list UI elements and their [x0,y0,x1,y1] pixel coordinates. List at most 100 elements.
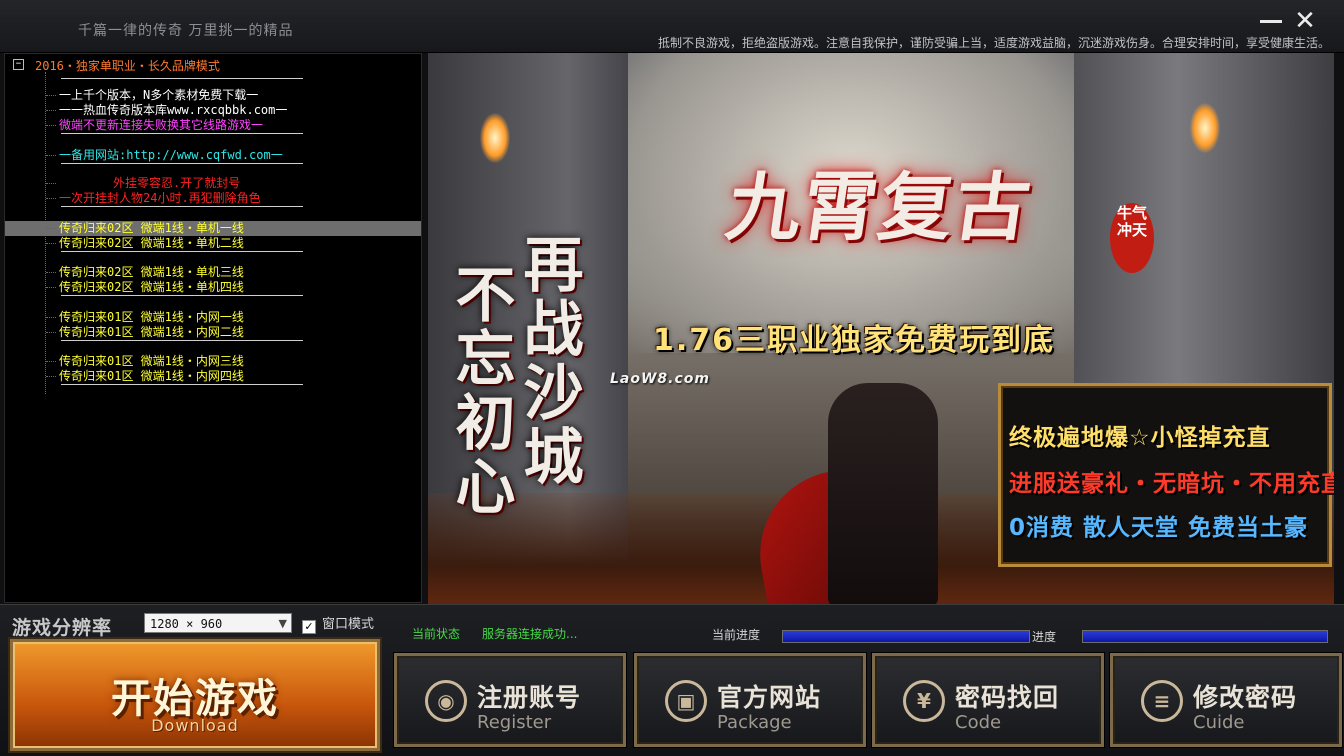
official-website-button[interactable]: ▣ 官方网站 Package [634,653,866,747]
minimize-button[interactable] [1258,10,1284,32]
tree-item-label: 传奇归来01区 微端1线・内网四线 [59,369,244,383]
tree-item[interactable]: 一次开挂封人物24小时.再犯删除角色 [5,191,421,206]
close-button[interactable]: ✕ [1292,8,1318,34]
user-icon: ◉ [425,680,467,722]
tree-item-label: 传奇归来02区 微端1线・单机四线 [59,280,244,294]
torch-right [1190,103,1220,153]
tree-item-label: 传奇归来01区 微端1线・内网二线 [59,325,244,339]
tree-item-label: 微端不更新连接失败换其它线路游戏一 [59,118,264,132]
torch-left [480,113,510,163]
game-logo-badge: 牛气冲天 [1110,203,1154,273]
tree-separator [61,295,303,296]
checkbox-check-icon[interactable]: ✓ [302,620,316,634]
tree-separator [61,133,303,134]
site-watermark: LaoW8.com [610,371,710,387]
tree-branch-line [46,243,56,244]
tree-item-label: 传奇归来01区 微端1线・内网三线 [59,354,244,368]
tree-branch-line [46,376,56,377]
tree-item[interactable]: 微端不更新连接失败换其它线路游戏一 [5,118,421,133]
start-game-sublabel: Download [151,716,239,735]
recover-sublabel: Code [955,712,1002,733]
promo-box: 终极遍地爆☆小怪掉充直 进服送豪礼・无暗坑・不用充直 0消费 散人天堂 免费当土… [998,383,1334,567]
tree-separator [61,384,303,385]
calligraphy-left: 不忘初心 [445,263,515,519]
tree-item[interactable]: 传奇归来02区 微端1线・单机二线 [5,236,421,251]
tree-item[interactable]: 一备用网站:http://www.cqfwd.com一 [5,148,421,163]
tree-item-label: 外挂零容忍.开了就封号 [113,176,241,190]
yen-icon: ¥ [903,680,945,722]
tree-branch-line [46,361,56,362]
tree-branch-line [46,95,56,96]
tree-separator [61,251,303,252]
calligraphy-right: 再战沙城 [513,233,583,489]
health-notice: 抵制不良游戏，拒绝盗版游戏。注意自我保护，谨防受骗上当，适度游戏益脑，沉迷游戏伤… [657,36,1330,50]
tree-collapse-toggle[interactable]: − [13,59,24,70]
tree-branch-line [46,332,56,333]
minimize-icon [1260,20,1282,23]
tree-item[interactable]: 传奇归来01区 微端1线・内网一线 [5,310,421,325]
tree-item[interactable]: 传奇归来02区 微端1线・单机三线 [5,265,421,280]
progress-current-bar [782,630,1030,643]
window-mode-checkbox[interactable]: ✓ 窗口模式 [302,613,374,634]
banner-tagline: 1.76三职业独家免费玩到底 [653,323,1056,358]
tree-branch-line [46,228,56,229]
tree-branch-line [46,183,56,184]
resolution-value: 1280 × 960 [150,617,223,631]
tree-branch-line [46,317,56,318]
tree-item-label: 传奇归来02区 微端1线・单机三线 [59,265,244,279]
register-button[interactable]: ◉ 注册账号 Register [394,653,626,747]
tree-branch-line [46,155,56,156]
website-sublabel: Package [717,712,792,733]
website-label: 官方网站 [717,683,822,712]
progress-total-bar [1082,630,1328,643]
game-logo: 九霄复古 [721,165,1038,251]
chevron-down-icon[interactable]: ▼ [279,614,287,634]
tree-branch-line [46,198,56,199]
register-label: 注册账号 [477,683,582,712]
tree-separator [61,163,303,164]
change-sublabel: Cuide [1193,712,1245,733]
progress-total-fill [1083,631,1327,642]
tree-item-label: 传奇归来01区 微端1线・内网一线 [59,310,244,324]
warrior-figure [828,383,938,608]
tree-branch-line [46,110,56,111]
tree-item-label: 传奇归来02区 微端1线・单机二线 [59,236,244,250]
progress-total-label: 进度 [1032,630,1057,644]
tree-item-label: 一一热血传奇版本库www.rxcqbbk.com一 [59,103,288,117]
tree-branch-line [46,272,56,273]
tree-item[interactable]: 一上千个版本，N多个素材免费下载一 [5,88,421,103]
tree-item-label: 一次开挂封人物24小时.再犯删除角色 [59,191,261,205]
tree-item[interactable]: 传奇归来02区 微端1线・单机四线 [5,280,421,295]
resolution-label: 游戏分辨率 [12,617,113,639]
gift-icon: ▣ [665,680,707,722]
tree-item-label: 一备用网站:http://www.cqfwd.com一 [59,148,283,162]
server-tree: − 2016・独家单职业・长久品牌模式 一上千个版本，N多个素材免费下载一 一一热… [4,53,422,603]
tree-root-label[interactable]: 2016・独家单职业・长久品牌模式 [35,57,220,74]
resolution-select[interactable]: 1280 × 960 ▼ [144,613,292,633]
start-game-button[interactable]: 开始游戏 Download [10,639,380,751]
promo-line-2: 进服送豪礼・无暗坑・不用充直 [1009,471,1334,497]
tree-item[interactable]: 一一热血传奇版本库www.rxcqbbk.com一 [5,103,421,118]
list-icon: ≡ [1141,680,1183,722]
bottom-panel: 游戏分辨率 1280 × 960 ▼ ✓ 窗口模式 当前状态 服务器连接成功...… [0,604,1344,756]
recover-label: 密码找回 [955,683,1060,712]
progress-current-label: 当前进度 [712,628,761,642]
promo-banner[interactable]: 九霄复古 牛气冲天 1.76三职业独家免费玩到底 LaoW8.com 不忘初心 … [428,53,1334,615]
tree-branch-line [46,287,56,288]
change-password-button[interactable]: ≡ 修改密码 Cuide [1110,653,1342,747]
change-label: 修改密码 [1193,683,1298,712]
tree-item[interactable]: 传奇归来01区 微端1线・内网二线 [5,325,421,340]
tree-item[interactable]: 传奇归来01区 微端1线・内网四线 [5,369,421,384]
password-recovery-button[interactable]: ¥ 密码找回 Code [872,653,1104,747]
status-value: 服务器连接成功... [482,627,578,641]
tree-item[interactable]: 传奇归来02区 微端1线・单机一线 [5,221,421,236]
promo-line-3: 0消费 散人天堂 免费当土豪 [1009,515,1309,541]
status-label: 当前状态 [412,627,461,641]
tree-separator [61,78,303,79]
tree-item-label: 一上千个版本，N多个素材免费下载一 [59,88,259,102]
progress-current-fill [783,631,1029,642]
title-bar: 千篇一律的传奇 万里挑一的精品 抵制不良游戏，拒绝盗版游戏。注意自我保护，谨防受… [0,0,1344,53]
tree-item[interactable]: 外挂零容忍.开了就封号 [5,176,421,191]
tree-branch-line [46,125,56,126]
tree-item[interactable]: 传奇归来01区 微端1线・内网三线 [5,354,421,369]
